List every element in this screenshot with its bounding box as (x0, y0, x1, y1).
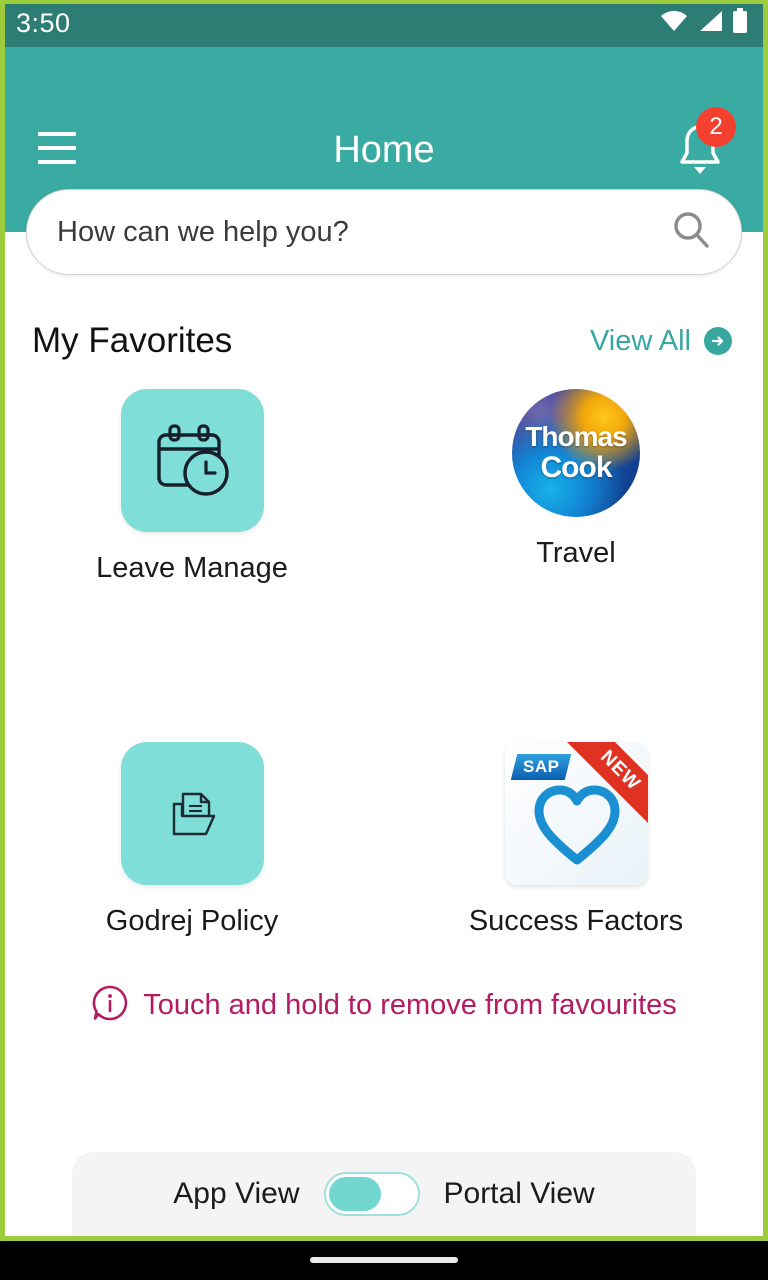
status-bar-clock: 3:50 (16, 8, 71, 38)
toggle-thumb (328, 1177, 381, 1211)
cellular-signal-icon (697, 10, 723, 37)
arrow-right-icon (704, 327, 732, 355)
thomas-cook-logo: Thomas Cook (512, 389, 640, 517)
sap-logo-badge: SAP (510, 754, 571, 780)
main-content: My Favorites View All Leave Manage Thoma… (0, 275, 768, 1236)
view-mode-toggle[interactable] (323, 1172, 420, 1216)
battery-icon (732, 8, 748, 39)
favorite-tile-label: Godrej Policy (105, 905, 279, 937)
heart-icon (531, 782, 623, 871)
favorite-tile-label: Leave Manage (96, 552, 288, 584)
favorite-tile-leave-manage[interactable]: Leave Manage (0, 389, 384, 629)
status-bar: 3:50 (0, 0, 768, 47)
favorite-tile-label: Success Factors (468, 905, 684, 937)
sap-logo-text: SAP (522, 757, 559, 776)
favorites-grid: Leave Manage Thomas Cook Travel Godrej P… (0, 389, 768, 938)
sap-successfactors-logo: SAP NEW (504, 742, 648, 885)
view-all-button[interactable]: View All (590, 325, 732, 358)
favorites-header: My Favorites View All (0, 275, 768, 361)
bell-icon (672, 121, 728, 185)
system-navigation-bar (0, 1239, 768, 1280)
thomas-cook-logo-line2: Cook (540, 451, 613, 484)
info-bubble-icon (91, 984, 129, 1027)
calendar-clock-icon (120, 389, 264, 532)
app-view-label[interactable]: App View (173, 1177, 299, 1211)
document-folder-icon (120, 742, 264, 885)
thomas-cook-logo-line1: Thomas (525, 421, 627, 452)
view-all-label: View All (589, 324, 691, 357)
favorite-tile-travel[interactable]: Thomas Cook Travel (384, 389, 768, 629)
status-bar-icons (660, 8, 748, 39)
wifi-icon (660, 10, 688, 37)
home-indicator[interactable] (310, 1256, 458, 1263)
search-bar[interactable] (26, 189, 742, 275)
section-title-favorites: My Favorites (32, 321, 233, 360)
portal-view-label[interactable]: Portal View (444, 1177, 595, 1211)
favorite-tile-godrej-policy[interactable]: Godrej Policy (0, 742, 384, 938)
favorite-tile-success-factors[interactable]: SAP NEW Success Factors (384, 742, 768, 938)
remove-favourite-hint: Touch and hold to remove from favourites (0, 984, 768, 1027)
favorite-tile-label: Travel (536, 537, 616, 569)
phone-screen: 3:50 Home 2 How can we help you? My Favo… (0, 0, 768, 1280)
search-icon[interactable] (669, 208, 713, 257)
page-title: Home (333, 129, 435, 171)
notification-badge: 2 (696, 107, 736, 147)
hint-text: Touch and hold to remove from favourites (143, 989, 677, 1021)
view-switch-panel: App View Portal View (72, 1152, 696, 1236)
notifications-button[interactable]: 2 (672, 107, 736, 181)
search-input[interactable] (57, 215, 669, 249)
